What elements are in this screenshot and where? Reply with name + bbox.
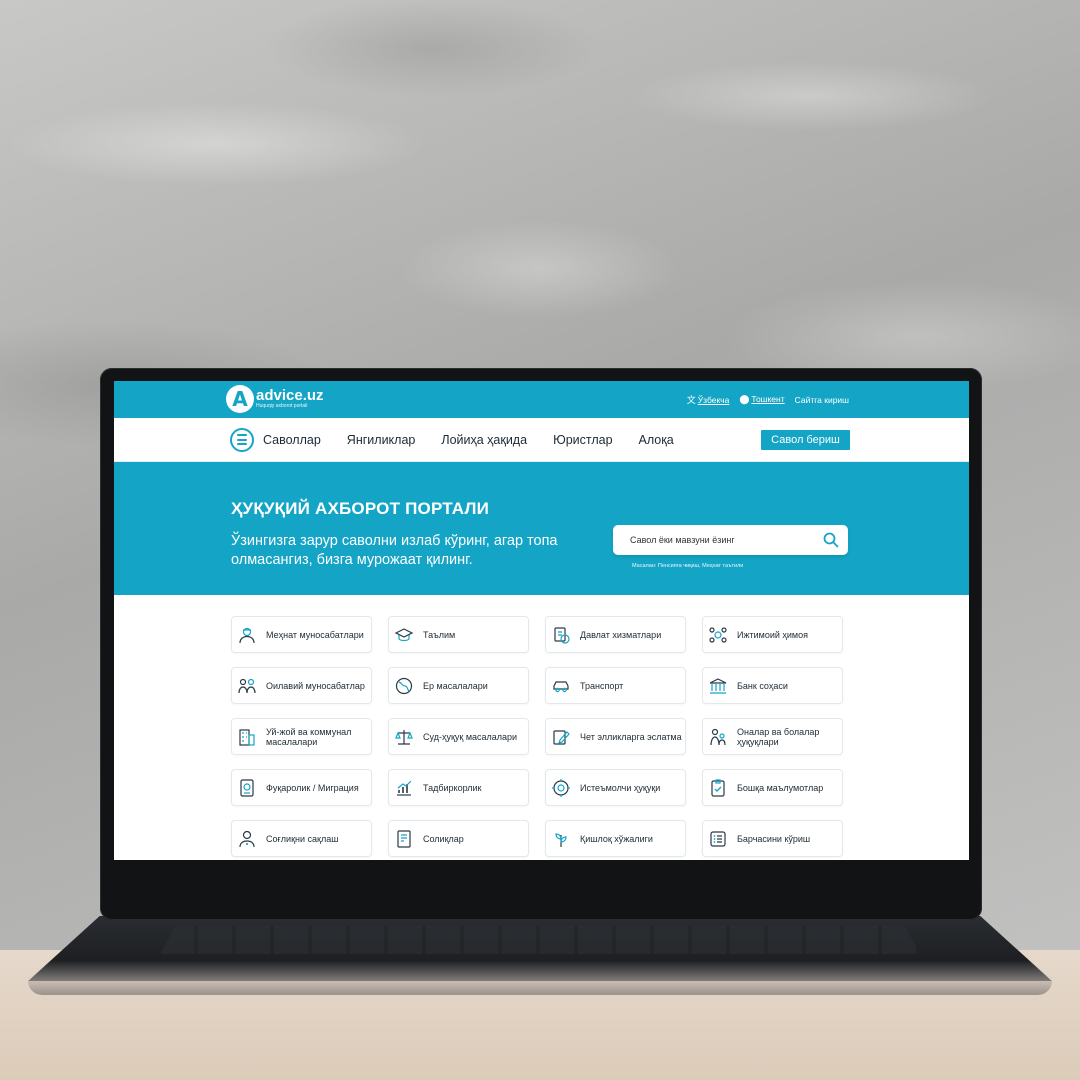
search-input[interactable] — [630, 535, 810, 545]
apartment-icon — [239, 728, 255, 746]
category-label: Чет элликларга эслатма — [580, 731, 682, 742]
nav-item-questions[interactable]: Саволлар — [263, 433, 321, 447]
main-navigation: Саволлар Янгиликлар Лойиҳа ҳақида Юристл… — [114, 418, 969, 462]
category-label: Суд-ҳуқуқ масалалари — [423, 731, 518, 742]
clipboard-icon — [711, 778, 725, 797]
category-card[interactable]: Истеъмолчи ҳуқуқи — [545, 769, 686, 806]
translate-icon: 文 — [686, 395, 696, 405]
category-card[interactable]: Оналар ва болалар ҳуқуқлари — [702, 718, 843, 755]
category-card[interactable]: Қишлоқ хўжалиги — [545, 820, 686, 857]
top-right-links: 文 Ўзбекча ⬤ Тошкент Сайтга кириш — [687, 393, 849, 406]
screen-bezel-bottom — [114, 860, 969, 910]
category-label: Барчасини кўриш — [737, 833, 811, 844]
tax-document-icon — [397, 829, 411, 848]
category-card[interactable]: Транспорт — [545, 667, 686, 704]
hero-banner: ҲУҚУҚИЙ АХБОРОТ ПОРТАЛИ Ўзингизга зарур … — [114, 462, 969, 595]
category-label: Фуқаролик / Миграция — [266, 782, 359, 793]
category-label: Меҳнат муносабатлари — [266, 629, 364, 640]
category-card[interactable]: Чет элликларга эслатма — [545, 718, 686, 755]
category-card[interactable]: Ижтимоий ҳимоя — [702, 616, 843, 653]
nav-item-news[interactable]: Янгиликлар — [347, 433, 416, 447]
top-bar: A advice.uz Huquqiy axborot portali 文 Ўзб… — [114, 381, 969, 418]
login-link[interactable]: Сайтга кириш — [795, 395, 849, 405]
language-label: Ўзбекча — [697, 395, 730, 405]
category-label: Оилавий муносабатлар — [266, 680, 365, 691]
category-card[interactable]: Соғлиқни сақлаш — [231, 820, 372, 857]
category-grid: Меҳнат муносабатлари Таълим Давлат хизматл… — [231, 616, 852, 857]
logo-mark-icon: A — [226, 385, 254, 413]
category-label: Уй-жой ва коммунал масалалари — [266, 726, 352, 747]
category-label: Тадбиркорлик — [423, 782, 482, 793]
search-box[interactable] — [613, 525, 848, 555]
category-label: Соғлиқни сақлаш — [266, 833, 339, 844]
category-label: Ер масалалари — [423, 680, 488, 691]
city-selector[interactable]: ⬤ Тошкент — [739, 394, 784, 405]
search-hint: Масалан: Пенсияга чиқиш, Меҳнат таътили — [632, 563, 744, 569]
logo-name: advice.uz — [256, 387, 324, 404]
nav-item-lawyers[interactable]: Юристлар — [553, 433, 612, 447]
growth-chart-icon — [397, 780, 412, 796]
graduation-cap-icon — [394, 627, 414, 641]
laptop-base-edge — [28, 981, 1052, 995]
ask-question-button[interactable]: Савол бериш — [761, 430, 850, 450]
consumer-rights-icon — [552, 778, 570, 797]
city-label: Тошкент — [751, 394, 785, 404]
agriculture-icon — [555, 832, 567, 847]
note-pencil-icon — [553, 729, 570, 745]
nav-item-about[interactable]: Лойиҳа ҳақида — [441, 433, 527, 447]
category-card[interactable]: Бошқа маълумотлар — [702, 769, 843, 806]
car-icon — [553, 680, 569, 692]
scales-icon — [395, 729, 413, 745]
bank-icon — [709, 677, 727, 694]
globe-icon — [395, 677, 413, 694]
category-label: Транспорт — [580, 680, 624, 691]
category-label: Қишлоқ хўжалиги — [580, 833, 653, 844]
category-label: Солиқлар — [423, 833, 464, 844]
category-card[interactable]: Меҳнат муносабатлари — [231, 616, 372, 653]
hamburger-menu-icon[interactable] — [230, 427, 254, 452]
category-label: Ижтимоий ҳимоя — [737, 629, 808, 640]
category-label: Оналар ва болалар ҳуқуқлари — [737, 726, 820, 747]
location-pin-icon: ⬤ — [739, 394, 750, 404]
category-label: Таълим — [423, 629, 456, 640]
mother-child-icon — [710, 728, 726, 745]
category-card[interactable]: Таълим — [388, 616, 529, 653]
nav-item-contact[interactable]: Алоқа — [639, 433, 674, 447]
category-label: Банк соҳаси — [737, 680, 788, 691]
language-switcher[interactable]: 文 Ўзбекча — [687, 393, 730, 406]
site-logo[interactable]: A advice.uz Huquqiy axborot portali — [226, 385, 324, 413]
category-card[interactable]: Солиқлар — [388, 820, 529, 857]
passport-icon — [240, 778, 254, 797]
list-icon — [710, 830, 726, 847]
category-card[interactable]: Банк соҳаси — [702, 667, 843, 704]
government-services-icon — [554, 626, 570, 644]
category-label: Бошқа маълумотлар — [737, 782, 824, 793]
hero-title: ҲУҚУҚИЙ АХБОРОТ ПОРТАЛИ — [231, 499, 490, 518]
category-card[interactable]: Оилавий муносабатлар — [231, 667, 372, 704]
category-card[interactable]: Давлат хизматлари — [545, 616, 686, 653]
laptop-keyboard — [160, 926, 920, 954]
social-protection-icon — [709, 626, 727, 643]
category-card[interactable]: Ер масалалари — [388, 667, 529, 704]
category-label: Давлат хизматлари — [580, 629, 662, 640]
category-card[interactable]: Фуқаролик / Миграция — [231, 769, 372, 806]
doctor-icon — [239, 830, 255, 847]
family-icon — [238, 678, 256, 693]
laptop-screen: A advice.uz Huquqiy axborot portali 文 Ўзб… — [114, 381, 969, 860]
category-card[interactable]: Уй-жой ва коммунал масалалари — [231, 718, 372, 755]
category-card[interactable]: Суд-ҳуқуқ масалалари — [388, 718, 529, 755]
hero-subtitle: Ўзингизга зарур саволни излаб кўринг, аг… — [231, 533, 558, 568]
category-card[interactable]: Тадбиркорлик — [388, 769, 529, 806]
category-label: Истеъмолчи ҳуқуқи — [580, 782, 661, 793]
category-card[interactable]: Барчасини кўриш — [702, 820, 843, 857]
logo-tagline: Huquqiy axborot portali — [256, 403, 308, 409]
logo-text: advice.uz Huquqiy axborot portali — [256, 388, 324, 410]
worker-icon — [239, 627, 255, 643]
search-icon[interactable] — [823, 532, 839, 548]
